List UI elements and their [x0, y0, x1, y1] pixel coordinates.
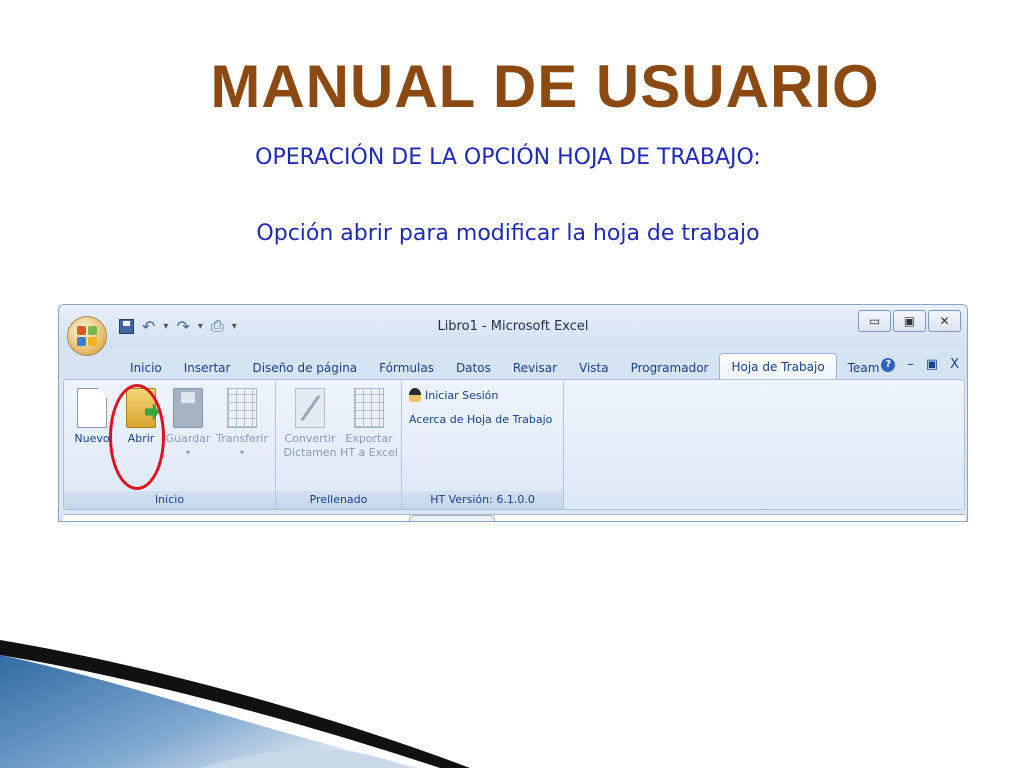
iniciar-sesion-label: Iniciar Sesión [425, 388, 499, 402]
tab-programador[interactable]: Programador [620, 357, 720, 379]
exportar-label-2: HT a Excel [340, 446, 398, 459]
maximize-button[interactable]: ▣ [893, 310, 926, 332]
convertir-label-2: Dictamen [283, 446, 337, 459]
exportar-button[interactable]: Exportar HT a Excel [340, 388, 398, 460]
guardar-label: Guardar [165, 432, 211, 445]
slide-title: MANUAL DE USUARIO [210, 53, 880, 120]
user-icon [409, 388, 421, 402]
help-icon[interactable]: ? [881, 357, 896, 372]
swoosh-light [200, 748, 410, 768]
tab-diseno-de-pagina[interactable]: Diseño de página [241, 357, 368, 379]
swoosh-dark [0, 640, 470, 768]
window-controls: ▭ ▣ ✕ [858, 310, 961, 332]
window-title: Libro1 - Microsoft Excel [437, 319, 589, 334]
tab-vista[interactable]: Vista [568, 357, 620, 379]
ribbon-panel: Nuevo Abrir Guardar ▾ Transferir ▾ Inici… [63, 379, 965, 510]
group-inicio-label: Inicio [64, 491, 275, 509]
minimize-button[interactable]: ▭ [858, 310, 891, 332]
nuevo-button[interactable]: Nuevo [70, 388, 114, 446]
tab-insertar[interactable]: Insertar [173, 357, 242, 379]
transferir-button[interactable]: Transferir ▾ [214, 388, 270, 460]
ribbon-tab-row: Inicio Insertar Diseño de página Fórmula… [59, 347, 967, 381]
export-grid-icon [354, 388, 384, 428]
transferir-dropdown-icon: ▾ [239, 448, 244, 457]
office-logo-icon [77, 326, 97, 346]
slide-caption: Opción abrir para modificar la hoja de t… [256, 221, 760, 246]
acerca-de-button[interactable]: Acerca de Hoja de Trabajo [409, 413, 552, 426]
iniciar-sesion-button[interactable]: Iniciar Sesión [409, 388, 498, 402]
tab-datos[interactable]: Datos [445, 357, 502, 379]
tab-formulas[interactable]: Fórmulas [368, 357, 445, 379]
save-disk-icon [173, 388, 203, 428]
tab-revisar[interactable]: Revisar [502, 357, 568, 379]
ribbon-close-button[interactable]: X [950, 357, 959, 372]
group-prellenado-label: Prellenado [276, 491, 401, 509]
sheet-tab[interactable] [409, 515, 495, 521]
guardar-dropdown-icon: ▾ [185, 448, 190, 457]
transfer-grid-icon [227, 388, 257, 428]
transferir-label: Transferir [216, 432, 268, 445]
new-document-icon [77, 388, 107, 428]
excel-window: ↶ ▾ ↷ ▾ ⎙ ▾ Libro1 - Microsoft Excel ▭ ▣… [58, 304, 968, 522]
swoosh-blue [0, 655, 420, 768]
ribbon-minimize-button[interactable]: – [907, 357, 914, 372]
tab-hoja-de-trabajo[interactable]: Hoja de Trabajo [719, 353, 837, 381]
group-inicio: Nuevo Abrir Guardar ▾ Transferir ▾ Inici… [64, 380, 276, 509]
highlight-circle [109, 384, 165, 490]
office-button[interactable] [67, 316, 107, 356]
title-bar: ↶ ▾ ↷ ▾ ⎙ ▾ Libro1 - Microsoft Excel ▭ ▣… [59, 305, 967, 356]
close-button[interactable]: ✕ [928, 310, 961, 332]
guardar-button[interactable]: Guardar ▾ [164, 388, 212, 460]
ribbon-right-controls: ? – ▣ X [881, 357, 959, 372]
group-prellenado: Convertir Dictamen Exportar HT a Excel P… [276, 380, 402, 509]
convertir-label-1: Convertir [284, 432, 336, 445]
exportar-label-1: Exportar [345, 432, 393, 445]
ribbon-restore-button[interactable]: ▣ [926, 357, 938, 372]
group-sesion: Iniciar Sesión Acerca de Hoja de Trabajo… [402, 380, 564, 509]
nuevo-label: Nuevo [74, 432, 110, 445]
acerca-de-label: Acerca de Hoja de Trabajo [409, 413, 553, 426]
tab-inicio[interactable]: Inicio [119, 357, 173, 379]
slide-subtitle: OPERACIÓN DE LA OPCIÓN HOJA DE TRABAJO: [255, 145, 761, 170]
worksheet-area [63, 514, 965, 521]
group-sesion-label: HT Versión: 6.1.0.0 [402, 491, 563, 509]
convertir-dictamen-button[interactable]: Convertir Dictamen [282, 388, 338, 460]
convert-icon [295, 388, 325, 428]
ribbon-tabs: Inicio Insertar Diseño de página Fórmula… [119, 353, 890, 381]
